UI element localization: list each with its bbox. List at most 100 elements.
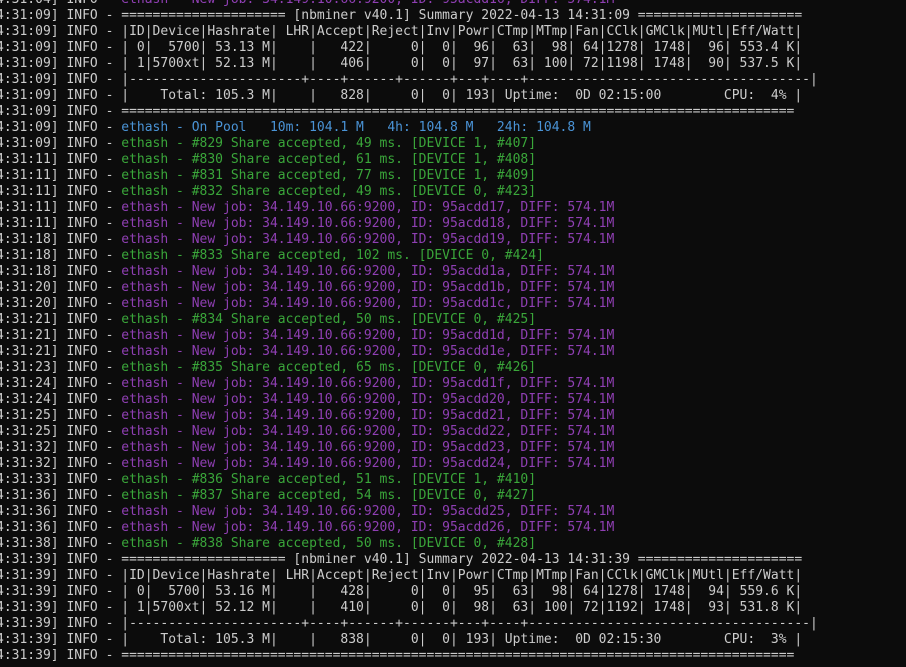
log-level: INFO <box>66 8 98 23</box>
log-line: 4:31:11] INFO - ethash - New job: 34.149… <box>0 216 906 232</box>
log-timestamp: 4:31:09] <box>0 56 59 71</box>
log-timestamp: 4:31:36] <box>0 504 59 519</box>
log-line: 4:31:25] INFO - ethash - New job: 34.149… <box>0 424 906 440</box>
log-level: INFO <box>66 248 98 263</box>
log-line: 4:31:09] INFO - | Total: 105.3 M| | 828|… <box>0 88 906 104</box>
log-line: 4:31:21] INFO - ethash - New job: 34.149… <box>0 328 906 344</box>
log-message: | 0| 5700| 53.13 M| | 422| 0| 0| 96| 63|… <box>121 40 803 55</box>
log-message: ethash - New job: 34.149.10.66:9200, ID:… <box>121 456 615 471</box>
log-level: INFO <box>66 24 98 39</box>
log-message: ethash - New job: 34.149.10.66:9200, ID:… <box>121 264 615 279</box>
log-level: INFO <box>66 0 97 7</box>
log-line: 4:31:39] INFO - ========================… <box>0 648 906 664</box>
log-level: INFO <box>66 88 98 103</box>
log-line: 4:31:04] INFO - ethash - New job: 34.149… <box>0 0 906 8</box>
log-level: INFO <box>66 280 98 295</box>
log-timestamp: 4:31:39] <box>0 568 59 583</box>
log-message: ethash - New job: 34.149.10.66:9200, ID:… <box>121 0 614 7</box>
log-line: 4:31:23] INFO - ethash - #835 Share acce… <box>0 360 906 376</box>
log-message: |----------------------+----+------+----… <box>121 616 818 631</box>
log-message: ========================================… <box>121 648 795 663</box>
log-level: INFO <box>66 40 98 55</box>
log-level: INFO <box>66 568 98 583</box>
log-message: ethash - New job: 34.149.10.66:9200, ID:… <box>121 408 615 423</box>
log-message: ethash - #829 Share accepted, 49 ms. [DE… <box>121 136 537 151</box>
log-level: INFO <box>66 584 98 599</box>
log-timestamp: 4:31:39] <box>0 600 59 615</box>
log-message: ===================== [nbminer v40.1] Su… <box>121 8 803 23</box>
log-line: 4:31:20] INFO - ethash - New job: 34.149… <box>0 296 906 312</box>
log-level: INFO <box>66 488 98 503</box>
log-timestamp: 4:31:25] <box>0 424 59 439</box>
log-message: ethash - #833 Share accepted, 102 ms. [D… <box>121 248 544 263</box>
log-message: ethash - New job: 34.149.10.66:9200, ID:… <box>121 328 615 343</box>
log-line: 4:31:09] INFO - ethash - On Pool 10m: 10… <box>0 120 906 136</box>
log-line: 4:31:24] INFO - ethash - New job: 34.149… <box>0 376 906 392</box>
log-timestamp: 4:31:21] <box>0 328 59 343</box>
log-message: ethash - #837 Share accepted, 54 ms. [DE… <box>121 488 537 503</box>
log-message: ethash - New job: 34.149.10.66:9200, ID:… <box>121 392 615 407</box>
log-timestamp: 4:31:09] <box>0 120 59 135</box>
log-line: 4:31:20] INFO - ethash - New job: 34.149… <box>0 280 906 296</box>
log-timestamp: 4:31:09] <box>0 8 59 23</box>
log-message: ========================================… <box>121 104 795 119</box>
log-line: 4:31:09] INFO - ethash - #829 Share acce… <box>0 136 906 152</box>
log-timestamp: 4:31:39] <box>0 632 59 647</box>
log-message: ethash - #835 Share accepted, 65 ms. [DE… <box>121 360 537 375</box>
log-message: ethash - #832 Share accepted, 49 ms. [DE… <box>121 184 537 199</box>
log-timestamp: 4:31:18] <box>0 232 59 247</box>
log-line: 4:31:18] INFO - ethash - #833 Share acce… <box>0 248 906 264</box>
log-message: ethash - #834 Share accepted, 50 ms. [DE… <box>121 312 537 327</box>
log-timestamp: 4:31:20] <box>0 296 59 311</box>
log-timestamp: 4:31:39] <box>0 584 59 599</box>
log-line: 4:31:33] INFO - ethash - #836 Share acce… <box>0 472 906 488</box>
log-line: 4:31:32] INFO - ethash - New job: 34.149… <box>0 456 906 472</box>
log-line: 4:31:18] INFO - ethash - New job: 34.149… <box>0 232 906 248</box>
log-level: INFO <box>66 376 98 391</box>
log-message: ethash - New job: 34.149.10.66:9200, ID:… <box>121 504 615 519</box>
log-level: INFO <box>66 360 98 375</box>
log-timestamp: 4:31:33] <box>0 472 59 487</box>
log-timestamp: 4:31:32] <box>0 456 59 471</box>
log-timestamp: 4:31:36] <box>0 488 59 503</box>
log-level: INFO <box>66 424 98 439</box>
log-timestamp: 4:31:18] <box>0 248 59 263</box>
log-timestamp: 4:31:39] <box>0 616 59 631</box>
log-line: 4:31:18] INFO - ethash - New job: 34.149… <box>0 264 906 280</box>
log-line: 4:31:09] INFO - |ID|Device|Hashrate| LHR… <box>0 24 906 40</box>
log-line: 4:31:32] INFO - ethash - New job: 34.149… <box>0 440 906 456</box>
terminal-output[interactable]: 4:31:04] INFO - ethash - New job: 34.149… <box>0 0 906 664</box>
log-timestamp: 4:31:18] <box>0 264 59 279</box>
log-line: 4:31:36] INFO - ethash - New job: 34.149… <box>0 504 906 520</box>
log-line: 4:31:38] INFO - ethash - #838 Share acce… <box>0 536 906 552</box>
log-message: | 1|5700xt| 52.12 M| | 410| 0| 0| 98| 63… <box>121 600 803 615</box>
log-message: | 1|5700xt| 52.13 M| | 406| 0| 0| 97| 63… <box>121 56 803 71</box>
log-line: 4:31:21] INFO - ethash - New job: 34.149… <box>0 344 906 360</box>
log-message: | 0| 5700| 53.16 M| | 428| 0| 0| 95| 63|… <box>121 584 803 599</box>
log-level: INFO <box>66 120 98 135</box>
log-level: INFO <box>66 344 98 359</box>
log-level: INFO <box>66 440 98 455</box>
log-level: INFO <box>66 232 98 247</box>
log-message: ===================== [nbminer v40.1] Su… <box>121 552 803 567</box>
log-level: INFO <box>66 264 98 279</box>
log-level: INFO <box>66 552 98 567</box>
log-timestamp: 4:31:39] <box>0 552 59 567</box>
log-message: ethash - New job: 34.149.10.66:9200, ID:… <box>121 376 615 391</box>
log-level: INFO <box>66 104 98 119</box>
log-line: 4:31:09] INFO - | 0| 5700| 53.13 M| | 42… <box>0 40 906 56</box>
log-timestamp: 4:31:24] <box>0 392 59 407</box>
log-message: ethash - New job: 34.149.10.66:9200, ID:… <box>121 344 615 359</box>
log-message: ethash - New job: 34.149.10.66:9200, ID:… <box>121 520 615 535</box>
log-line: 4:31:09] INFO - | 1|5700xt| 52.13 M| | 4… <box>0 56 906 72</box>
log-message: ethash - #830 Share accepted, 61 ms. [DE… <box>121 152 537 167</box>
log-line: 4:31:39] INFO - | 1|5700xt| 52.12 M| | 4… <box>0 600 906 616</box>
log-level: INFO <box>66 200 98 215</box>
log-level: INFO <box>66 216 98 231</box>
log-timestamp: 4:31:09] <box>0 72 59 87</box>
log-timestamp: 4:31:11] <box>0 200 59 215</box>
log-timestamp: 4:31:09] <box>0 88 59 103</box>
log-level: INFO <box>66 504 98 519</box>
log-timestamp: 4:31:11] <box>0 184 59 199</box>
log-line: 4:31:09] INFO - ===================== [n… <box>0 8 906 24</box>
